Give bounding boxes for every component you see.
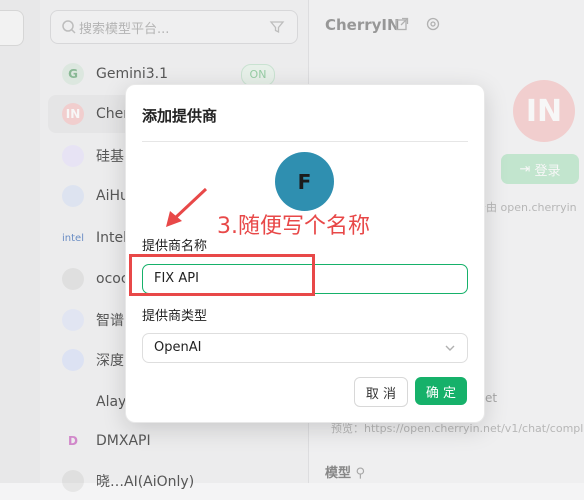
provider-name-label: 提供商名称 [142,239,208,254]
provider-type-label: 提供商类型 [142,309,208,324]
annotation-highlight-box [129,254,315,296]
provider-type-select[interactable]: OpenAI [142,333,468,363]
dialog-title: 添加提供商 [142,107,218,125]
provider-avatar[interactable]: F [275,152,334,211]
annotation-arrow-icon [166,187,208,227]
chevron-down-icon [445,345,455,351]
dialog-divider [142,141,468,142]
cancel-button[interactable]: 取 消 [354,377,408,407]
provider-type-value: OpenAI [154,340,202,355]
annotation-text: 3.随便写个名称 [217,214,370,239]
confirm-button[interactable]: 确 定 [415,377,467,405]
